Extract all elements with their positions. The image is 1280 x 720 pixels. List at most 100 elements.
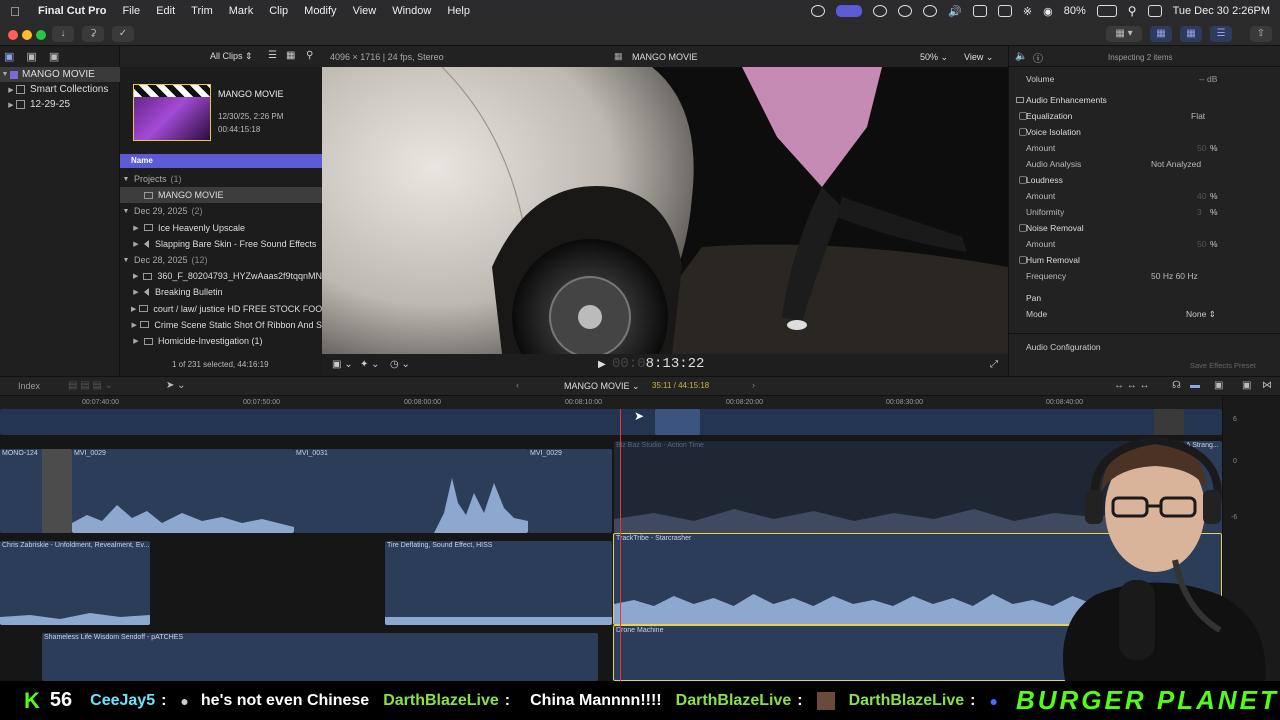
timeline-settings-icon[interactable]: ▣	[1214, 380, 1223, 391]
transitions-browser-icon[interactable]: ⋈	[1262, 380, 1272, 391]
display-icon[interactable]	[972, 5, 987, 17]
libraries-tab-icon[interactable]: ▣	[4, 50, 14, 63]
project-dropdown[interactable]: MANGO MOVIE ⌄	[564, 381, 640, 392]
menu-file[interactable]: File	[114, 5, 148, 17]
history-forward-icon[interactable]: ›	[752, 380, 755, 390]
disclosure-open-icon[interactable]: ▼	[0, 71, 10, 78]
speed-tool-icon[interactable]: ◷ ⌄	[390, 359, 410, 370]
pan-mode-row[interactable]: Mode None ⇕	[1009, 306, 1280, 322]
import-button[interactable]: ↓	[52, 26, 74, 42]
timecode-display[interactable]: 00:08:13:22	[612, 356, 704, 372]
fullscreen-icon[interactable]: ⤢	[990, 359, 998, 370]
titles-tab-icon[interactable]: ▣	[49, 50, 59, 63]
inspector-row[interactable]: Uniformity 3%	[1009, 204, 1280, 220]
control-center-icon[interactable]	[1147, 5, 1162, 17]
project-thumbnail[interactable]	[133, 84, 211, 141]
browser-clip-row[interactable]: ▶ Ice Heavenly Upscale	[120, 220, 322, 236]
clip-filter-dropdown[interactable]: All Clips ⇕	[210, 51, 253, 62]
inspector-row-value[interactable]: 3	[1197, 207, 1202, 217]
disclosure-closed-icon[interactable]: ▶	[131, 321, 137, 329]
inspector-row[interactable]: Voice Isolation	[1009, 124, 1280, 140]
browser-group-row[interactable]: ▼ Dec 28, 2025 (12)	[120, 252, 322, 268]
photos-tab-icon[interactable]: ▣	[26, 50, 36, 63]
enhance-tool-icon[interactable]: ✦ ⌄	[360, 359, 380, 370]
disclosure-closed-icon[interactable]: ▶	[131, 305, 136, 313]
save-effects-preset-button[interactable]: Save Effects Preset	[1190, 361, 1256, 370]
clip-tire-deflating[interactable]: Tire Deflating, Sound Effect, HISS	[385, 541, 612, 625]
list-view-icon[interactable]: ☰	[268, 50, 277, 61]
inspector-row[interactable]: Loudness	[1009, 172, 1280, 188]
browser-clip-row[interactable]: ▶ Crime Scene Static Shot Of Ribbon And S	[120, 317, 323, 333]
browser-clip-row[interactable]: ▶ Breaking Bulletin	[120, 284, 322, 300]
globe-icon[interactable]	[873, 5, 888, 17]
inspector-row[interactable]: Hum Removal	[1009, 252, 1280, 268]
disclosure-closed-icon[interactable]: ▶	[6, 86, 16, 94]
minimize-window-button[interactable]	[22, 30, 32, 40]
disclosure-open-icon[interactable]: ▼	[121, 257, 131, 264]
clip-chris-zabriskie[interactable]: Chris Zabriskie - Unfoldment, Revealment…	[0, 541, 150, 625]
wifi-icon[interactable]: ◉	[1043, 5, 1053, 18]
timeline-toggle-button[interactable]: ▦	[1180, 26, 1202, 42]
zoom-tools-icons[interactable]: ↔ ↔ ↔	[1114, 380, 1150, 391]
menu-modify[interactable]: Modify	[296, 5, 344, 17]
audio-inspector-tab-icon[interactable]: 🔈	[1015, 51, 1027, 62]
filmstrip-icon[interactable]: ▦	[286, 50, 295, 61]
inspector-row-value[interactable]: 40	[1197, 191, 1206, 201]
browser-toggle-button[interactable]: ▦	[1150, 26, 1172, 42]
library-item[interactable]: ▼ MANGO MOVIE	[0, 67, 120, 82]
browser-group-row[interactable]: ▼ Projects (1)	[120, 171, 322, 187]
playhead[interactable]	[620, 409, 621, 681]
inspector-row-value[interactable]: 50 Hz 60 Hz	[1151, 271, 1198, 281]
play-icon[interactable]: ▶	[598, 359, 606, 370]
volume-row[interactable]: Volume -- dB	[1009, 71, 1280, 87]
timeline-ruler[interactable]: 00:07:40:00 00:07:50:00 00:08:00:00 00:0…	[0, 396, 1222, 409]
inspector-toggle-button[interactable]: ☰	[1210, 26, 1232, 42]
volume-icon[interactable]: 🔊	[948, 5, 962, 18]
history-back-icon[interactable]: ‹	[516, 380, 519, 390]
inspector-row-value[interactable]: Not Analyzed	[1151, 159, 1201, 169]
clip-appearance-icon[interactable]: ▬	[1190, 380, 1200, 391]
menu-trim[interactable]: Trim	[183, 5, 221, 17]
inspector-row[interactable]: Audio Analysis Not Analyzed	[1009, 156, 1280, 172]
menu-clip[interactable]: Clip	[261, 5, 296, 17]
event-item[interactable]: ▶ 12-29-25	[0, 97, 120, 112]
browser-clip-row[interactable]: ▶ 360_F_80204793_HYZwAaas2f9tqqnMN	[120, 268, 322, 284]
inspector-row[interactable]: Equalization Flat	[1009, 108, 1280, 124]
share-button[interactable]: ⇧	[1250, 26, 1272, 42]
workspace-button[interactable]: ▦ ▾	[1106, 26, 1142, 42]
inspector-row[interactable]: Noise Removal	[1009, 220, 1280, 236]
app-menu[interactable]: Final Cut Pro	[30, 5, 114, 17]
mode-dropdown[interactable]: None ⇕	[1186, 309, 1216, 320]
disclosure-open-icon[interactable]: ▼	[121, 208, 131, 215]
clip-mvi-0029-b[interactable]: MVI_0029	[528, 449, 612, 533]
video-viewer[interactable]	[322, 67, 1008, 354]
menu-mark[interactable]: Mark	[221, 5, 261, 17]
select-tool-icon[interactable]: ➤ ⌄	[166, 380, 186, 391]
inspector-row[interactable]: Amount 40%	[1009, 188, 1280, 204]
play-status-icon[interactable]	[923, 5, 938, 17]
clip-mvi-0031[interactable]: MVI_0031	[294, 449, 528, 533]
zoom-dropdown[interactable]: 50% ⌄	[920, 52, 948, 63]
moon-icon[interactable]	[898, 5, 913, 17]
stream-indicator-icon[interactable]	[836, 5, 863, 17]
name-column-header[interactable]: Name	[120, 154, 322, 168]
waveform-strip[interactable]	[655, 409, 700, 435]
disclosure-closed-icon[interactable]: ▶	[131, 337, 141, 345]
headphones-icon[interactable]: ☊	[1172, 380, 1181, 391]
apple-menu-icon[interactable]: 	[0, 4, 30, 19]
disclosure-closed-icon[interactable]: ▶	[131, 272, 140, 280]
battery-percent[interactable]: 80%	[1064, 5, 1086, 17]
browser-clip-row[interactable]: MANGO MOVIE	[120, 187, 322, 204]
screen-record-icon[interactable]	[811, 5, 826, 17]
spotlight-search-icon[interactable]: ⚲	[1128, 4, 1137, 18]
inspector-row[interactable]: Amount 50%	[1009, 140, 1280, 156]
disclosure-open-icon[interactable]: ▼	[121, 176, 131, 183]
disclosure-closed-icon[interactable]: ▶	[131, 224, 141, 232]
monitor-icon[interactable]	[997, 5, 1012, 17]
volume-value[interactable]: -- dB	[1199, 74, 1217, 84]
audio-configuration-row[interactable]: Audio Configuration	[1009, 339, 1280, 355]
disclosure-closed-icon[interactable]: ▶	[131, 288, 141, 296]
inspector-row[interactable]: Frequency 50 Hz 60 Hz	[1009, 268, 1280, 284]
inspector-row[interactable]: Amount 50%	[1009, 236, 1280, 252]
info-inspector-tab-icon[interactable]: ⓘ	[1033, 50, 1043, 65]
